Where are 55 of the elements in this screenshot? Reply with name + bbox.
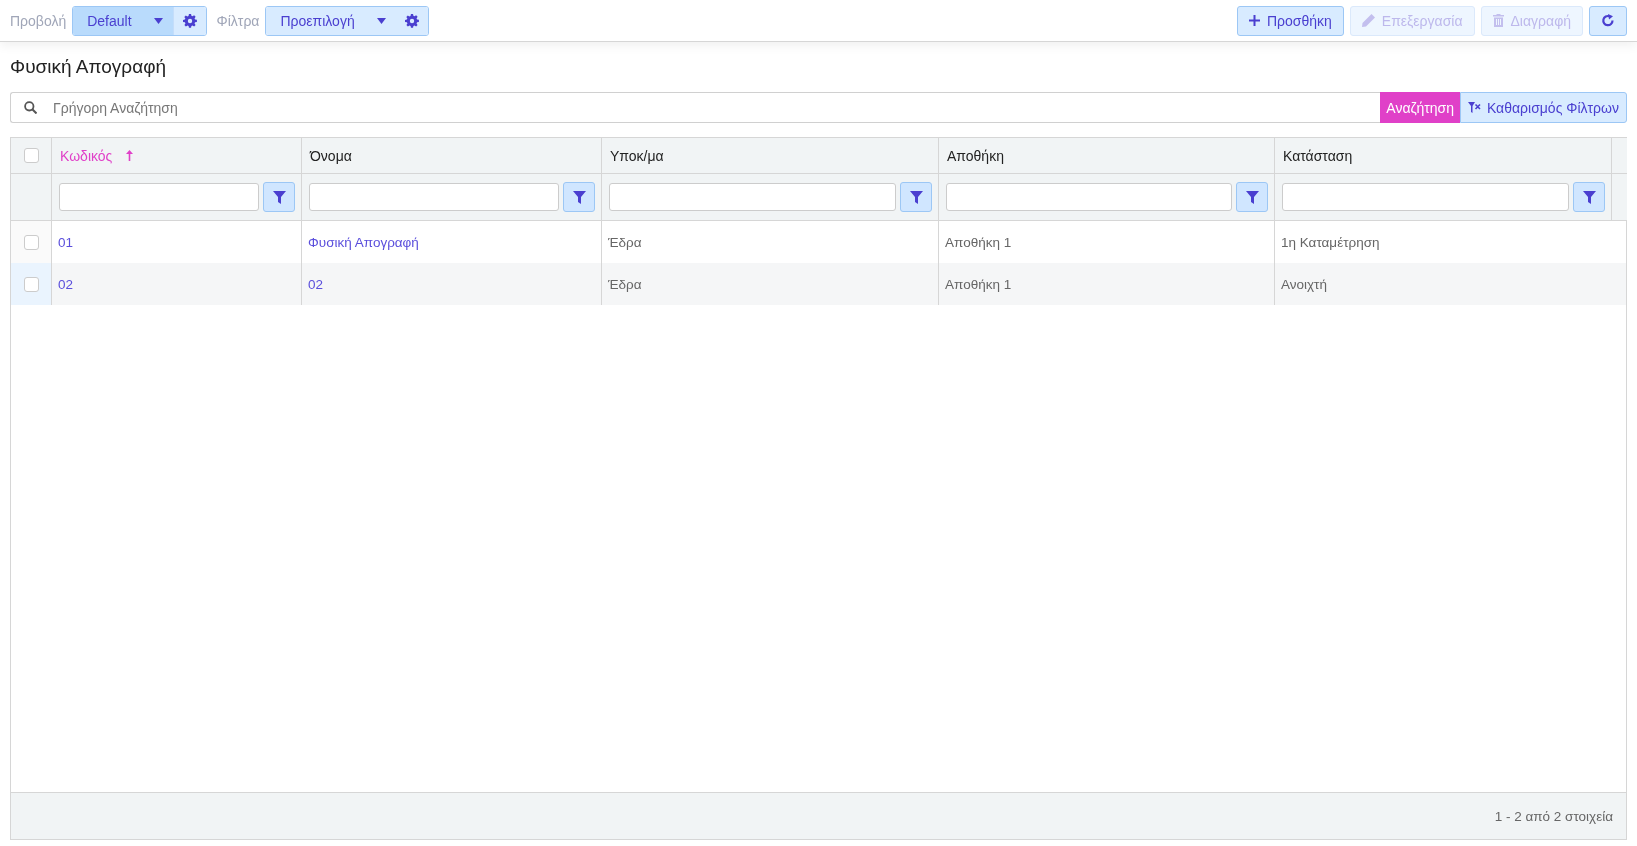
quick-search-field[interactable]: Γρήγορη Αναζήτηση [10, 92, 1381, 123]
column-filter-field[interactable] [59, 183, 259, 211]
filter-clear-icon [1467, 101, 1481, 114]
record-link[interactable]: 02 [308, 276, 324, 292]
filters-dropdown[interactable]: Προεπιλογή [266, 6, 396, 35]
view-dropdown[interactable]: Default [73, 6, 173, 35]
search-icon [24, 101, 37, 114]
funnel-icon [572, 190, 586, 204]
add-button[interactable]: Προσθήκη [1237, 5, 1344, 36]
refresh-icon [1601, 13, 1615, 28]
column-header[interactable]: Κωδικός [52, 138, 302, 174]
page-title: Φυσική Απογραφή [10, 56, 167, 78]
caret-icon [376, 17, 386, 24]
table-cell-text: Ανοιχτή [1280, 275, 1328, 294]
funnel-icon [1245, 190, 1259, 204]
gear-icon [404, 13, 419, 28]
table-cell: Αποθήκη 1 [939, 263, 1275, 305]
column-filter-button[interactable] [563, 182, 595, 212]
clear-filters-button[interactable]: Καθαρισμός Φίλτρων [1459, 92, 1627, 123]
sort-up-arrow-icon [126, 150, 134, 161]
record-link[interactable]: Φυσική Απογραφή [308, 234, 419, 250]
search-button[interactable]: Αναζήτηση [1380, 92, 1460, 123]
column-header[interactable]: Κατάσταση [1275, 138, 1612, 174]
column-filter-button[interactable] [1573, 182, 1605, 212]
record-link[interactable]: 02 [58, 276, 74, 292]
column-filter-field[interactable] [1282, 183, 1569, 211]
pencil-icon [1361, 14, 1375, 27]
column-header[interactable]: Υποκ/μα [602, 138, 939, 174]
view-settings-button[interactable] [172, 6, 206, 35]
funnel-icon [272, 190, 286, 204]
gear-icon [182, 13, 197, 28]
view-label: Προβολή [10, 12, 67, 29]
pager-info: 1 - 2 από 2 στοιχεία [1494, 808, 1613, 824]
column-filter-field[interactable] [946, 183, 1232, 211]
row-checkbox[interactable] [23, 276, 39, 292]
row-checkbox[interactable] [23, 234, 39, 250]
column-header[interactable]: Αποθήκη [939, 138, 1275, 174]
column-header[interactable]: Όνομα [302, 138, 602, 174]
caret-icon [153, 17, 163, 24]
trash-icon [1492, 14, 1504, 27]
column-filter-button[interactable] [263, 182, 295, 212]
column-filter-button[interactable] [1236, 182, 1268, 212]
filters-label: Φίλτρα [216, 12, 260, 29]
column-filter-button[interactable] [900, 182, 932, 212]
refresh-button[interactable] [1589, 5, 1627, 36]
plus-icon [1249, 15, 1260, 26]
funnel-icon [909, 190, 923, 204]
table-cell-text: 1η Καταμέτρηση [1280, 233, 1381, 252]
funnel-icon [1582, 190, 1596, 204]
table-cell: Έδρα [602, 263, 939, 305]
column-filter-field[interactable] [309, 183, 559, 211]
record-link[interactable]: 01 [58, 234, 74, 250]
select-all-checkbox[interactable] [23, 148, 39, 163]
filters-settings-button[interactable] [395, 6, 428, 35]
column-filter-field[interactable] [609, 183, 896, 211]
